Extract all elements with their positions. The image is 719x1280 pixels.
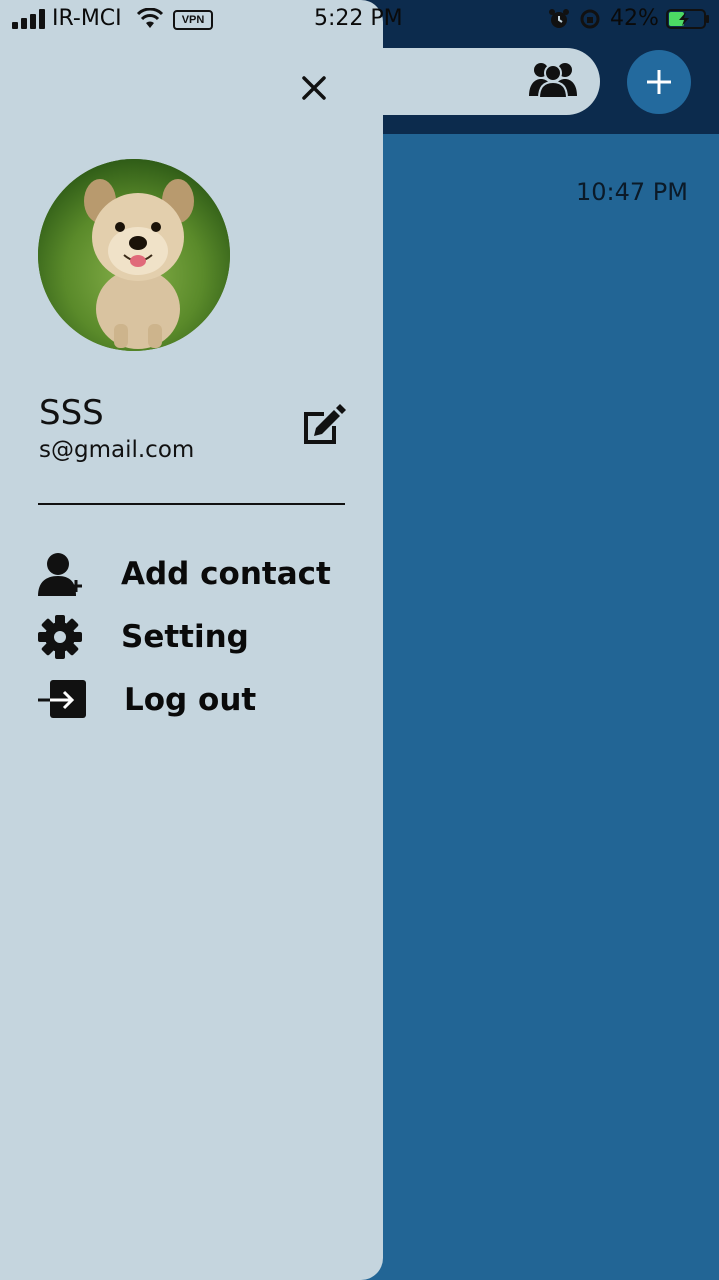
rotation-lock-icon <box>580 9 600 29</box>
menu-label-log-out: Log out <box>124 682 257 718</box>
menu-label-setting: Setting <box>121 619 249 655</box>
close-icon[interactable] <box>298 72 330 104</box>
dog-photo <box>38 159 230 351</box>
vpn-badge: VPN <box>173 10 213 30</box>
battery-percent: 42% <box>610 6 659 31</box>
new-chat-button[interactable] <box>627 50 691 114</box>
alarm-icon <box>549 9 569 28</box>
user-name: SSS <box>39 393 104 433</box>
clock: 5:22 PM <box>314 6 403 31</box>
carrier-name: IR-MCI <box>52 6 122 31</box>
divider <box>38 503 345 505</box>
status-bar: IR-MCI VPN 5:22 PM 42% <box>0 0 719 40</box>
plus-icon <box>647 70 671 94</box>
chat-timestamp: 10:47 PM <box>576 178 688 206</box>
wifi-icon <box>136 8 164 28</box>
app-screen: 10:47 PM IR-MCI VPN 5:22 PM 42% SSS s@gm… <box>0 0 719 1280</box>
menu-item-setting[interactable]: Setting <box>36 613 356 661</box>
signal-icon <box>12 9 45 29</box>
user-email: s@gmail.com <box>39 437 195 463</box>
menu-label-add-contact: Add contact <box>121 556 331 592</box>
add-contact-icon <box>38 553 82 596</box>
side-drawer: SSS s@gmail.com Add contact Setting Log … <box>0 0 383 1280</box>
logout-icon <box>38 680 86 718</box>
menu-item-add-contact[interactable]: Add contact <box>36 550 356 598</box>
gear-icon <box>38 615 82 659</box>
avatar[interactable] <box>38 159 230 351</box>
group-icon[interactable] <box>527 60 579 98</box>
menu-item-log-out[interactable]: Log out <box>36 676 356 724</box>
edit-profile-icon[interactable] <box>300 404 346 446</box>
battery-icon <box>666 9 709 29</box>
